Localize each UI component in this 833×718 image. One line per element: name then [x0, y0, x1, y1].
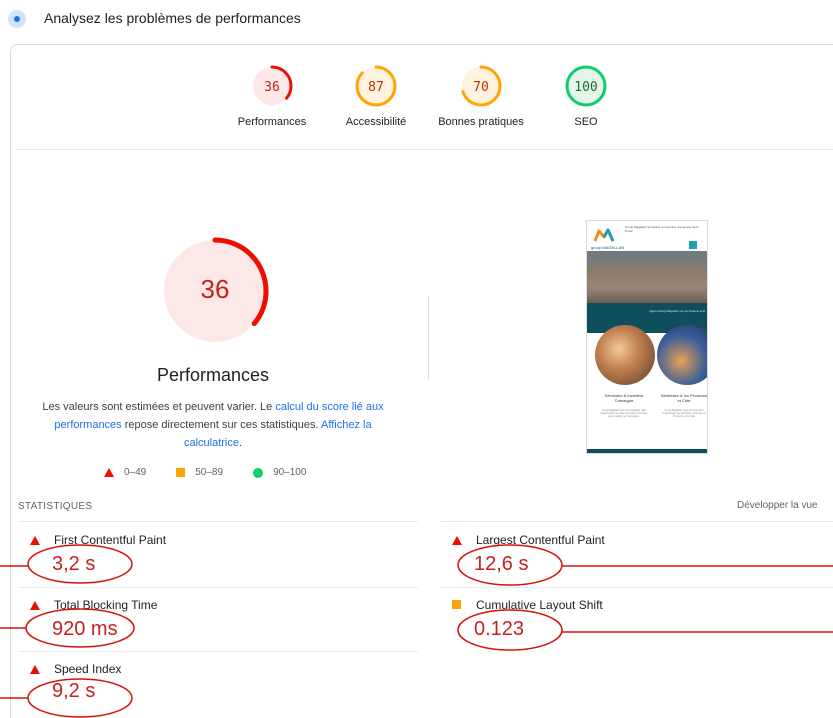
gauge-label: Accessibilité	[345, 116, 407, 128]
metric-divider	[18, 587, 418, 588]
legend-label: 0–49	[124, 467, 147, 478]
score-description: Les valeurs sont estimées et peuvent var…	[36, 398, 390, 452]
description-text: Les valeurs sont estimées et peuvent var…	[42, 401, 276, 413]
site-brand: group MAGELLAN	[591, 245, 625, 250]
page-screenshot-thumbnail[interactable]: group MAGELLAN Group Magellan Séminaire …	[586, 220, 708, 454]
gauge-performances[interactable]: 36 Performances	[222, 64, 322, 128]
metric-label: Speed Index	[54, 662, 122, 676]
performance-icon	[8, 10, 26, 28]
site-card-title: Séminaire & Incentive Camargue	[604, 393, 644, 403]
legend-label: 90–100	[273, 467, 307, 478]
gauge-score: 100	[574, 80, 597, 95]
site-card-title: Séminaire & Inc Provence et Côte	[660, 393, 708, 403]
gauge-score: 70	[473, 80, 489, 95]
site-band-text: Agen Group Magellan voy en France et al	[649, 309, 705, 313]
gauge-label: Performances	[237, 116, 307, 128]
gauge-ring: 36	[251, 65, 293, 107]
circle-icon	[253, 467, 264, 478]
main-gauge-title: Performances	[156, 365, 270, 385]
square-icon	[176, 468, 186, 477]
gauge-ring: 70	[460, 65, 502, 107]
site-card-text: Group Magellan vous accomp dans l'organi…	[661, 409, 707, 418]
legend-average: 50–89	[176, 467, 223, 478]
stats-heading: STATISTIQUES	[18, 501, 93, 512]
gauge-ring: 87	[355, 65, 397, 107]
metric-divider	[440, 521, 833, 522]
metric-speed-index: Speed Index 9,2 s	[30, 662, 410, 712]
legend-label: 50–89	[195, 467, 224, 478]
metric-total-blocking-time: Total Blocking Time 920 ms	[30, 598, 410, 648]
main-performance-gauge: 36	[160, 236, 270, 346]
expand-view-toggle[interactable]: Développer la vue	[737, 500, 818, 511]
metric-largest-contentful-paint: Largest Contentful Paint 12,6 s	[452, 533, 832, 583]
site-hero-image	[587, 251, 707, 303]
site-card-text: Group Magellan vous accompagne dans l'or…	[600, 409, 648, 418]
description-text: repose directement sur ces statistiques.	[121, 419, 322, 431]
metric-value: 3,2 s	[52, 553, 96, 575]
metric-label: Total Blocking Time	[54, 598, 158, 612]
gauge-ring: 100	[565, 65, 607, 107]
section-header: Analysez les problèmes de performances	[0, 0, 833, 40]
site-menu-icon	[689, 241, 697, 249]
gauge-label: Bonnes pratiques	[438, 116, 524, 128]
score-legend: 0–49 50–89 90–100	[104, 467, 336, 478]
site-nav: Group Magellan Séminaire & Incentive Cam…	[625, 225, 699, 233]
site-card-image	[657, 325, 707, 385]
metric-label: Largest Contentful Paint	[476, 533, 605, 547]
triangle-icon	[30, 536, 40, 545]
triangle-icon	[104, 468, 114, 477]
square-icon	[452, 600, 461, 609]
gauge-bonnes-pratiques[interactable]: 70 Bonnes pratiques	[431, 64, 531, 128]
site-logo	[593, 228, 615, 242]
metric-value: 12,6 s	[474, 553, 529, 575]
metric-first-contentful-paint: First Contentful Paint 3,2 s	[30, 533, 410, 583]
gauge-score: 36	[264, 80, 280, 95]
metric-value: 920 ms	[52, 618, 118, 640]
metric-divider	[18, 651, 418, 652]
section-title: Analysez les problèmes de performances	[44, 10, 301, 26]
metric-cumulative-layout-shift: Cumulative Layout Shift 0.123	[452, 598, 832, 648]
metric-divider	[18, 521, 418, 522]
gauge-label: SEO	[574, 116, 598, 128]
triangle-icon	[30, 665, 40, 674]
site-footer	[587, 449, 707, 453]
divider	[16, 149, 833, 150]
metric-divider	[440, 587, 833, 588]
metric-value: 9,2 s	[52, 680, 96, 702]
metric-label: Cumulative Layout Shift	[476, 598, 603, 612]
description-text: .	[238, 437, 243, 449]
gauge-seo[interactable]: 100 SEO	[536, 64, 636, 128]
triangle-icon	[30, 601, 40, 610]
triangle-icon	[452, 536, 462, 545]
metric-label: First Contentful Paint	[54, 533, 167, 547]
main-gauge-score: 36	[201, 274, 230, 304]
vertical-divider	[428, 296, 429, 380]
legend-poor: 0–49	[104, 467, 146, 478]
gauge-accessibilite[interactable]: 87 Accessibilité	[326, 64, 426, 128]
gauge-score: 87	[368, 80, 384, 95]
legend-good: 90–100	[253, 467, 306, 478]
metric-value: 0.123	[474, 618, 525, 640]
site-card-image	[595, 325, 655, 385]
